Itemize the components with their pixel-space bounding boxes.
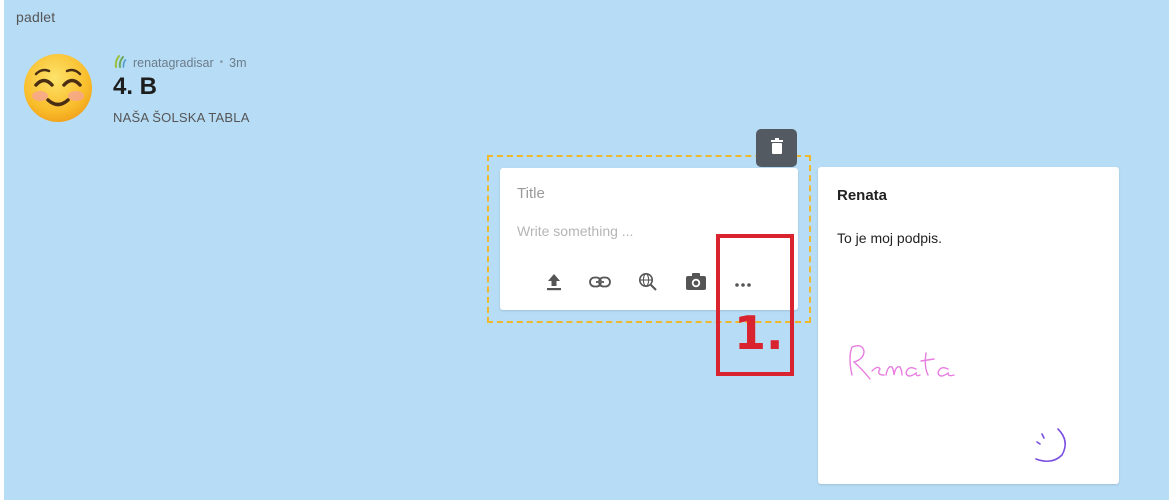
handwritten-signature-drawing: [818, 317, 1119, 484]
board-title: 4. B: [113, 73, 158, 100]
camera-icon: [685, 272, 707, 296]
step-annotation-label: 1.: [734, 306, 784, 360]
padlet-logo[interactable]: padlet: [16, 9, 55, 25]
post-title-input[interactable]: [517, 185, 777, 202]
frame-left-edge: [0, 0, 4, 500]
post-age: 3m: [229, 55, 247, 70]
author-name[interactable]: renatagradisar: [133, 56, 214, 70]
frame-right-edge: [1169, 0, 1173, 500]
link-button[interactable]: [587, 271, 613, 297]
meta-separator: •: [219, 57, 224, 68]
author-avatar-icon: [113, 54, 127, 71]
note-card[interactable]: Renata To je moj podpis.: [818, 167, 1119, 484]
trash-icon: [770, 137, 784, 159]
camera-button[interactable]: [683, 271, 709, 297]
note-title: Renata: [837, 187, 888, 204]
upload-button[interactable]: [541, 271, 567, 297]
upload-icon: [546, 273, 562, 296]
post-meta: renatagradisar • 3m: [113, 54, 247, 71]
delete-post-button[interactable]: [756, 129, 797, 167]
link-icon: [589, 275, 611, 293]
search-web-icon: [638, 272, 658, 297]
web-search-button[interactable]: [635, 271, 661, 297]
board-subtitle: NAŠA ŠOLSKA TABLA: [113, 110, 250, 125]
smiling-face-avatar: [22, 52, 94, 124]
note-body: To je moj podpis.: [837, 230, 943, 246]
